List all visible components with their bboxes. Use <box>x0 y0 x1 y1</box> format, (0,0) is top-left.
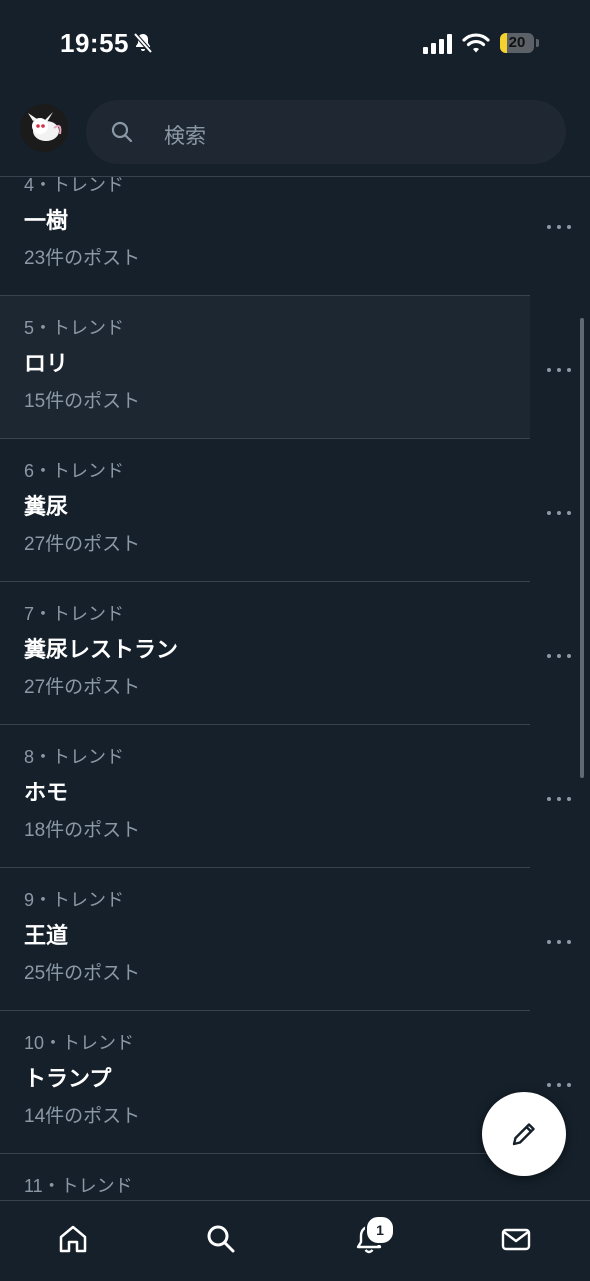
trend-title: 一樹 <box>24 208 69 233</box>
trend-title: 王道 <box>24 923 69 948</box>
home-icon <box>59 1225 87 1253</box>
nav-notifications[interactable]: 1 <box>349 1215 395 1259</box>
compose-button[interactable] <box>482 1092 566 1176</box>
more-options-icon[interactable] <box>546 937 572 947</box>
trend-rank: 6・トレンド <box>24 461 125 481</box>
trend-post-count: 23件のポスト <box>24 248 141 269</box>
scrollbar[interactable] <box>580 318 584 778</box>
pencil-icon <box>512 1123 535 1146</box>
trend-rank: 4・トレンド <box>24 177 125 195</box>
wifi-icon <box>462 33 490 53</box>
cellular-signal-icon <box>423 34 452 54</box>
nav-messages[interactable] <box>496 1219 536 1259</box>
trend-item[interactable]: 8・トレンド ホモ 18件のポスト <box>0 725 530 868</box>
status-time: 19:55 <box>60 28 129 58</box>
trend-rank: 8・トレンド <box>24 747 125 767</box>
more-options-icon[interactable] <box>546 508 572 518</box>
trend-title: ロリ <box>24 351 69 376</box>
trend-post-count: 25件のポスト <box>24 963 141 984</box>
trend-rank: 11・トレンド <box>24 1176 133 1196</box>
trend-rank: 7・トレンド <box>24 604 125 624</box>
trend-title: 糞尿 <box>24 494 69 519</box>
nav-search[interactable] <box>201 1219 241 1259</box>
trend-title: トランプ <box>24 1066 112 1091</box>
trend-rank: 10・トレンド <box>24 1033 135 1053</box>
trend-title: 糞尿レストラン <box>24 637 179 662</box>
header: 検索 <box>0 90 590 177</box>
trend-item[interactable]: 4・トレンド 一樹 23件のポスト <box>0 177 530 296</box>
mail-icon <box>501 1228 531 1251</box>
trend-post-count: 14件のポスト <box>24 1106 141 1127</box>
trend-item[interactable]: 6・トレンド 糞尿 27件のポスト <box>0 439 530 582</box>
bottom-nav: 1 <box>0 1200 590 1281</box>
trend-item[interactable]: 5・トレンド ロリ 15件のポスト <box>0 296 530 439</box>
avatar[interactable] <box>20 104 68 152</box>
trend-item[interactable]: 9・トレンド 王道 25件のポスト <box>0 868 530 1011</box>
more-options-icon[interactable] <box>546 1080 572 1090</box>
trend-rank: 5・トレンド <box>24 318 125 338</box>
notification-badge: 1 <box>365 1215 395 1245</box>
more-options-icon[interactable] <box>546 794 572 804</box>
bell-off-icon <box>133 32 153 54</box>
trend-rank: 9・トレンド <box>24 890 125 910</box>
more-options-icon[interactable] <box>546 365 572 375</box>
search-input[interactable]: 検索 <box>86 100 566 164</box>
search-placeholder: 検索 <box>164 125 206 148</box>
trend-title: ホモ <box>24 780 69 805</box>
avatar-image <box>20 104 68 152</box>
more-options-icon[interactable] <box>546 222 572 232</box>
battery-percent: 20 <box>508 34 526 51</box>
more-options-icon[interactable] <box>546 651 572 661</box>
battery-icon: 20 <box>500 33 540 55</box>
status-bar: 19:55 20 <box>0 0 590 90</box>
trend-item[interactable]: 10・トレンド トランプ 14件のポスト <box>0 1011 530 1154</box>
trend-list: 4・トレンド 一樹 23件のポスト 5・トレンド ロリ 15件のポスト 6・トレ… <box>0 177 590 1200</box>
trend-post-count: 18件のポスト <box>24 820 141 841</box>
search-icon <box>207 1225 235 1253</box>
trend-post-count: 15件のポスト <box>24 391 141 412</box>
search-icon <box>111 121 133 143</box>
trend-item[interactable]: 7・トレンド 糞尿レストラン 27件のポスト <box>0 582 530 725</box>
trend-post-count: 27件のポスト <box>24 534 141 555</box>
nav-home[interactable] <box>53 1219 93 1259</box>
trend-item[interactable]: 11・トレンド <box>0 1154 530 1200</box>
trend-post-count: 27件のポスト <box>24 677 141 698</box>
